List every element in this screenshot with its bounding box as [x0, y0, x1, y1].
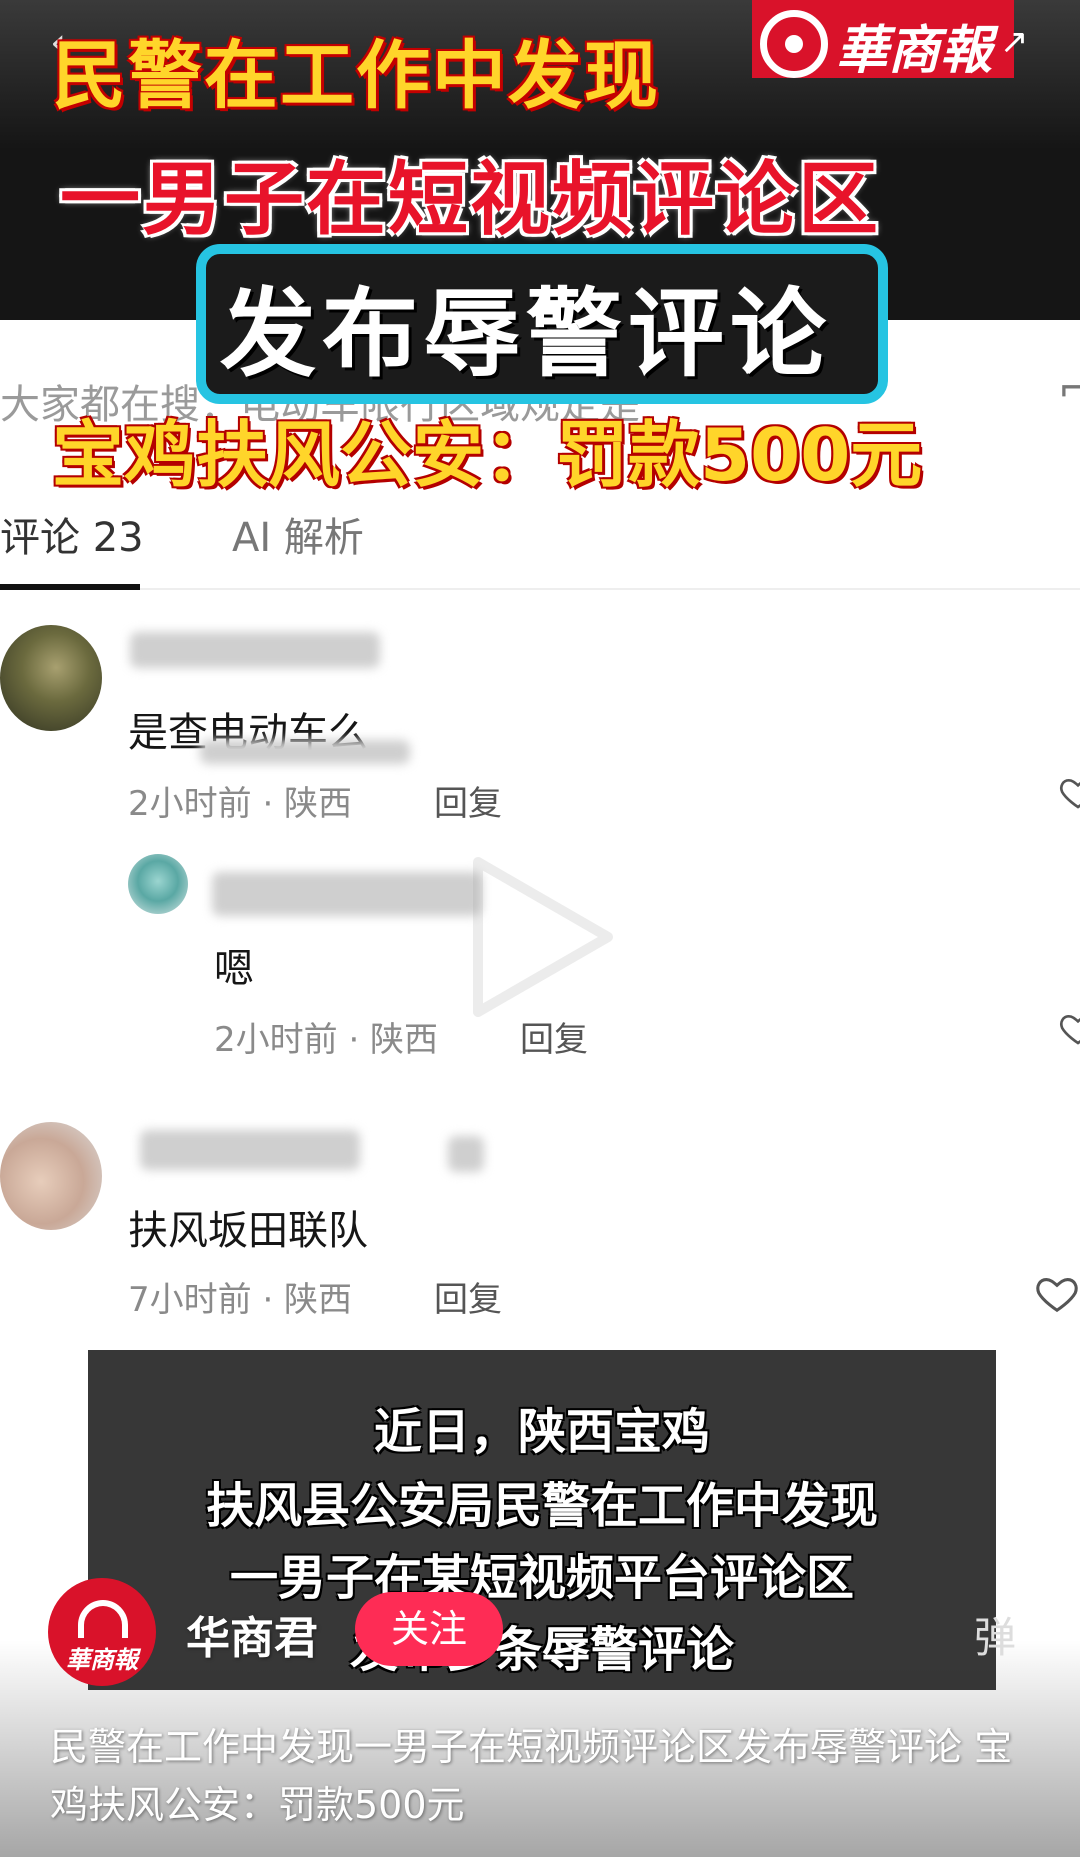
heart-icon[interactable]	[1034, 1270, 1080, 1316]
tab-divider	[0, 588, 1080, 590]
comment-meta: 2小时前 · 陕西	[214, 1020, 439, 1060]
logo-text: 華商報	[836, 20, 993, 81]
reply-button[interactable]: 回复	[434, 1272, 502, 1321]
tab-active-indicator	[0, 584, 140, 590]
heart-icon[interactable]	[1058, 772, 1080, 812]
tab-ai-analysis[interactable]: AI 解析	[232, 505, 364, 563]
comment-text: 扶风坂田联队	[128, 1208, 368, 1254]
blurred-username	[140, 1130, 360, 1170]
blurred-username	[130, 632, 380, 668]
blurred-username	[212, 872, 482, 916]
video-caption[interactable]: 民警在工作中发现一男子在短视频评论区发布辱警评论 宝鸡扶风公安：罚款500元	[50, 1718, 1040, 1834]
danmu-icon[interactable]: 弹	[974, 1604, 1016, 1665]
logo-mark-icon	[760, 10, 828, 78]
tab-comments[interactable]: 评论 23	[0, 505, 144, 563]
subtitle-line: 扶风县公安局民警在工作中发现	[205, 1478, 878, 1534]
avatar[interactable]	[0, 625, 102, 731]
subtitle-line: 近日，陕西宝鸡	[373, 1404, 710, 1460]
avatar[interactable]	[0, 1122, 102, 1230]
subtitle-line: 一男子在某短视频平台评论区	[229, 1550, 854, 1606]
headline-line-3: 发布辱警评论	[220, 278, 832, 390]
heart-icon[interactable]	[1058, 1008, 1080, 1048]
fullscreen-icon[interactable]: ⌐	[1058, 366, 1080, 412]
author-avatar[interactable]: 華商報	[48, 1578, 156, 1686]
follow-button[interactable]: 关注	[355, 1592, 503, 1666]
reply-button[interactable]: 回复	[434, 776, 502, 825]
comment-meta: 7小时前 · 陕西	[128, 1280, 353, 1320]
headline-line-1: 民警在工作中发现	[52, 33, 660, 119]
blurred-badge	[448, 1136, 484, 1172]
play-icon[interactable]	[468, 852, 618, 1022]
comment-meta: 2小时前 · 陕西	[128, 784, 353, 824]
author-avatar-text: 華商報	[66, 1645, 138, 1674]
comment-text: 嗯	[214, 946, 254, 992]
blurred-region	[200, 740, 410, 764]
headline-line-2: 一男子在短视频评论区	[60, 153, 880, 246]
avatar[interactable]	[128, 854, 188, 914]
author-name[interactable]: 华商君	[186, 1602, 318, 1666]
share-icon[interactable]: ↗	[1000, 22, 1029, 62]
headline-line-4: 宝鸡扶风公安：罚款500元	[52, 413, 923, 497]
